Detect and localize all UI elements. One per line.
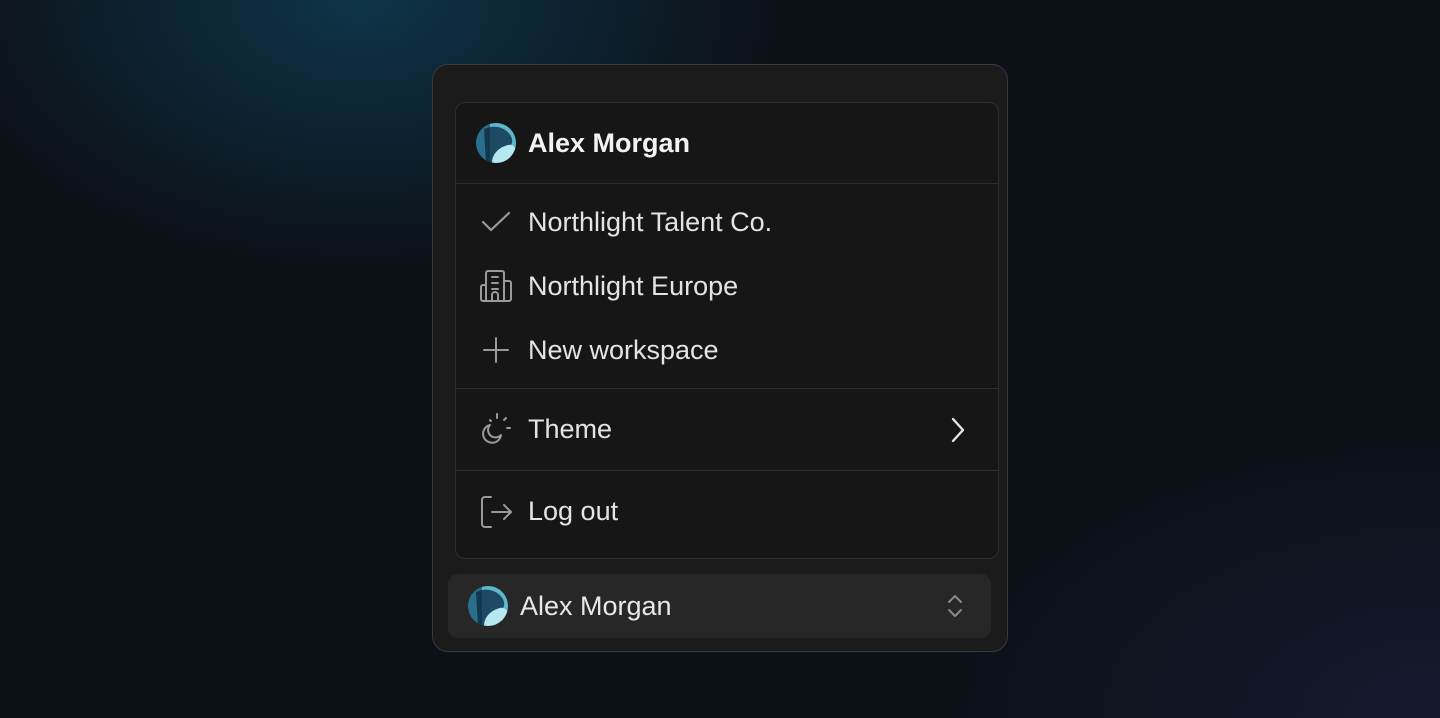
- workspace-item-northlight-europe[interactable]: Northlight Europe: [456, 254, 998, 318]
- chevrons-up-down-icon: [943, 590, 967, 622]
- plus-icon: [476, 330, 516, 370]
- theme-group: Theme: [456, 389, 998, 471]
- workspace-item-label: Northlight Europe: [528, 270, 739, 301]
- log-out-icon: [476, 492, 516, 532]
- account-switcher-panel: Alex Morgan Northlight Talent Co. Northl…: [432, 64, 1008, 652]
- account-dropdown-menu: Alex Morgan Northlight Talent Co. Northl…: [455, 102, 999, 559]
- new-workspace-button[interactable]: New workspace: [456, 318, 998, 382]
- check-icon: [476, 202, 516, 242]
- theme-icon: [476, 410, 516, 450]
- workspace-list: Northlight Talent Co. Northlight Europe: [456, 184, 998, 389]
- avatar: [468, 586, 508, 626]
- log-out-label: Log out: [528, 496, 619, 526]
- theme-menu-item[interactable]: Theme: [456, 389, 998, 470]
- chevron-right-icon: [946, 416, 970, 444]
- logout-group: Log out: [456, 471, 998, 552]
- workspace-item-northlight-talent-co[interactable]: Northlight Talent Co.: [456, 190, 998, 254]
- log-out-button[interactable]: Log out: [456, 471, 998, 552]
- menu-header-name: Alex Morgan: [528, 127, 691, 158]
- avatar: [476, 123, 516, 163]
- account-switcher-trigger[interactable]: Alex Morgan: [448, 574, 991, 638]
- menu-header: Alex Morgan: [456, 103, 998, 184]
- theme-label: Theme: [528, 414, 613, 444]
- building-icon: [476, 266, 516, 306]
- new-workspace-label: New workspace: [528, 334, 719, 365]
- workspace-item-label: Northlight Talent Co.: [528, 206, 773, 237]
- trigger-user-name: Alex Morgan: [520, 590, 672, 621]
